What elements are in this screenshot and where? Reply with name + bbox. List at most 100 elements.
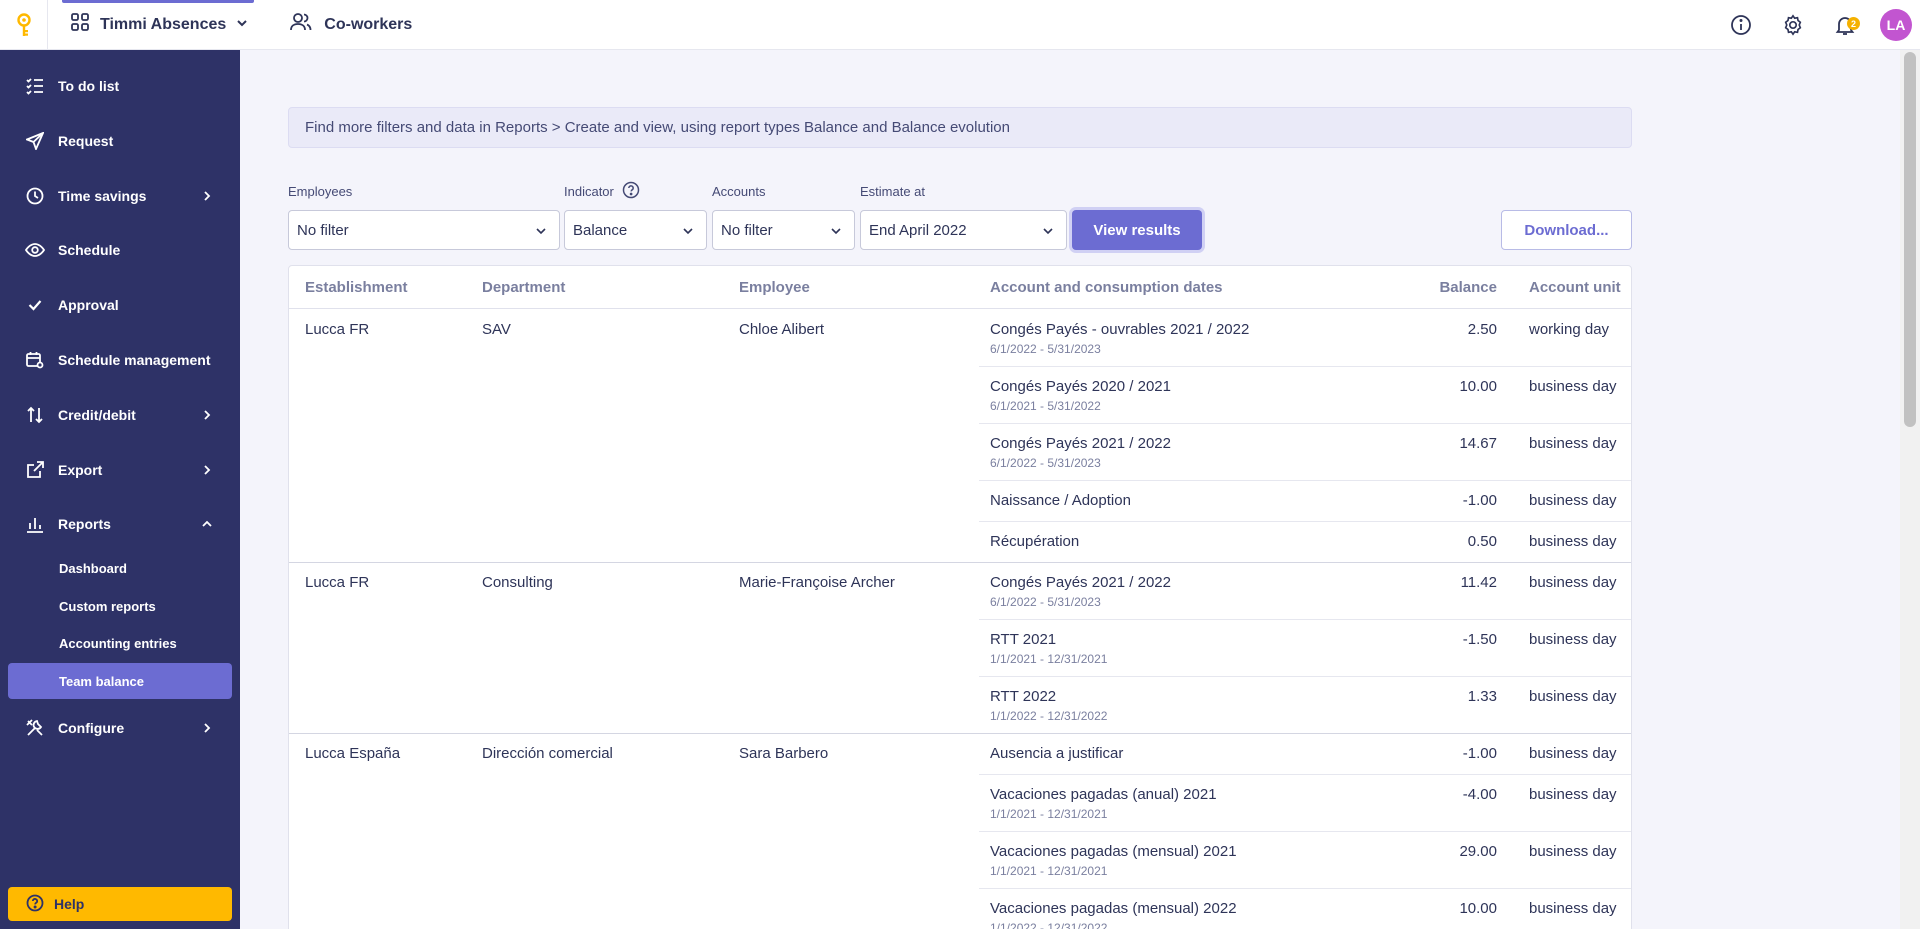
calendar-gear-icon xyxy=(24,349,46,371)
column-header-employee[interactable]: Employee xyxy=(739,266,810,308)
account-cell: RTT 2022 xyxy=(990,688,1057,705)
sidebar-subitem-team-balance[interactable]: Team balance xyxy=(8,663,232,699)
chevron-down-icon xyxy=(831,228,841,235)
scrollbar-thumb[interactable] xyxy=(1904,52,1916,427)
sidebar-item-export[interactable]: Export xyxy=(0,450,240,490)
account-cell: Vacaciones pagadas (mensual) 2021 xyxy=(990,843,1237,860)
consumption-dates-cell: 6/1/2021 - 5/31/2022 xyxy=(990,399,1101,413)
column-header-account[interactable]: Account and consumption dates xyxy=(990,266,1223,308)
account-cell: RTT 2021 xyxy=(990,631,1057,648)
account-unit-cell: working day xyxy=(1529,321,1610,338)
info-icon[interactable] xyxy=(1724,8,1758,42)
sidebar-subitem-custom-reports[interactable]: Custom reports xyxy=(8,588,232,624)
balance-cell: 10.00 xyxy=(1459,900,1497,917)
sidebar-item-reports[interactable]: Reports xyxy=(0,504,240,544)
group-divider xyxy=(289,733,1631,734)
row-divider xyxy=(979,619,1631,620)
balance-cell: -1.00 xyxy=(1462,492,1497,509)
sidebar-item-schedule[interactable]: Schedule xyxy=(0,230,240,270)
accounts-select[interactable]: No filter xyxy=(712,210,855,250)
app-switcher[interactable]: Timmi Absences xyxy=(48,0,268,50)
account-unit-cell: business day xyxy=(1529,688,1617,705)
clock-icon xyxy=(24,185,46,207)
account-unit-cell: business day xyxy=(1529,843,1617,860)
sidebar-item-to-do-list[interactable]: To do list xyxy=(0,66,240,106)
sidebar-subitem-dashboard[interactable]: Dashboard xyxy=(8,550,232,586)
sidebar-item-time-savings[interactable]: Time savings xyxy=(0,176,240,216)
account-unit-cell: business day xyxy=(1529,745,1617,762)
balance-cell: 10.00 xyxy=(1459,378,1497,395)
account-unit-cell: business day xyxy=(1529,492,1617,509)
bar-chart-icon xyxy=(24,513,46,535)
notification-count-badge: 2 xyxy=(1847,17,1860,30)
account-cell: Congés Payés 2021 / 2022 xyxy=(990,435,1171,452)
chevron-down-icon xyxy=(536,228,546,235)
employee-cell: Marie-Françoise Archer xyxy=(739,574,895,591)
bell-icon[interactable]: 2 xyxy=(1828,8,1862,42)
department-cell: Dirección comercial xyxy=(482,745,613,762)
sidebar: To do list Request Time savings Schedule… xyxy=(0,50,240,929)
sidebar-item-configure[interactable]: Configure xyxy=(0,708,240,748)
external-link-icon xyxy=(24,459,46,481)
sidebar-item-label: Schedule management xyxy=(58,352,211,368)
avatar[interactable]: LA xyxy=(1880,9,1912,41)
consumption-dates-cell: 6/1/2022 - 5/31/2023 xyxy=(990,595,1101,609)
chevron-down-icon xyxy=(1043,228,1053,235)
sidebar-item-credit-debit[interactable]: Credit/debit xyxy=(0,395,240,435)
account-cell: Congés Payés - ouvrables 2021 / 2022 xyxy=(990,321,1250,338)
paper-plane-icon xyxy=(24,130,46,152)
help-circle-icon[interactable] xyxy=(622,181,640,202)
sidebar-item-label: Export xyxy=(58,462,103,478)
coworkers-link[interactable]: Co-workers xyxy=(268,12,412,37)
chevron-up-icon xyxy=(202,520,212,527)
account-unit-cell: business day xyxy=(1529,574,1617,591)
checklist-icon xyxy=(24,75,46,97)
sidebar-item-label: Request xyxy=(58,133,114,149)
balance-cell: -4.00 xyxy=(1462,786,1497,803)
view-results-button[interactable]: View results xyxy=(1072,210,1202,250)
account-cell: Vacaciones pagadas (mensual) 2022 xyxy=(990,900,1237,917)
sidebar-item-label: Time savings xyxy=(58,188,147,204)
sidebar-item-schedule-management[interactable]: Schedule management xyxy=(0,340,240,380)
employees-label-text: Employees xyxy=(288,184,353,199)
balance-cell: -1.00 xyxy=(1462,745,1497,762)
accounts-label-text: Accounts xyxy=(712,184,766,199)
download-button[interactable]: Download... xyxy=(1501,210,1632,250)
app-name: Timmi Absences xyxy=(100,15,227,33)
sidebar-item-label: Approval xyxy=(58,297,119,313)
eye-icon xyxy=(24,239,46,261)
indicator-select[interactable]: Balance xyxy=(564,210,707,250)
employees-label: Employees xyxy=(288,184,352,199)
column-header-establishment[interactable]: Establishment xyxy=(305,266,408,308)
estimate-select[interactable]: End April 2022 xyxy=(860,210,1067,250)
coworkers-label: Co-workers xyxy=(324,15,413,33)
column-header-account-unit[interactable]: Account unit xyxy=(1529,266,1621,308)
sidebar-item-approval[interactable]: Approval xyxy=(0,285,240,325)
establishment-cell: Lucca FR xyxy=(305,574,370,591)
column-header-department[interactable]: Department xyxy=(482,266,565,308)
balance-cell: 0.50 xyxy=(1467,533,1497,550)
employees-select[interactable]: No filter xyxy=(288,210,560,250)
tools-icon xyxy=(24,717,46,739)
gear-icon[interactable] xyxy=(1776,8,1810,42)
estimate-select-value: End April 2022 xyxy=(869,221,967,239)
account-unit-cell: business day xyxy=(1529,631,1617,648)
estimate-label: Estimate at xyxy=(860,184,925,199)
sidebar-subitem-accounting-entries[interactable]: Accounting entries xyxy=(8,625,232,661)
help-button[interactable]: Help xyxy=(8,887,232,921)
chevron-right-icon xyxy=(204,410,211,420)
balance-cell: 14.67 xyxy=(1459,435,1497,452)
accounts-label: Accounts xyxy=(712,184,765,199)
chevron-right-icon xyxy=(204,191,211,201)
employees-select-value: No filter xyxy=(297,221,349,239)
column-header-balance[interactable]: Balance xyxy=(1397,266,1497,308)
employee-cell: Chloe Alibert xyxy=(739,321,825,338)
balance-cell: -1.50 xyxy=(1462,631,1497,648)
row-divider xyxy=(979,423,1631,424)
balance-cell: 2.50 xyxy=(1467,321,1497,338)
consumption-dates-cell: 1/1/2022 - 12/31/2022 xyxy=(990,921,1108,929)
sidebar-item-request[interactable]: Request xyxy=(0,121,240,161)
sidebar-item-label: Schedule xyxy=(58,242,121,258)
balance-cell: 29.00 xyxy=(1459,843,1497,860)
lucca-logo-icon[interactable] xyxy=(0,0,48,50)
